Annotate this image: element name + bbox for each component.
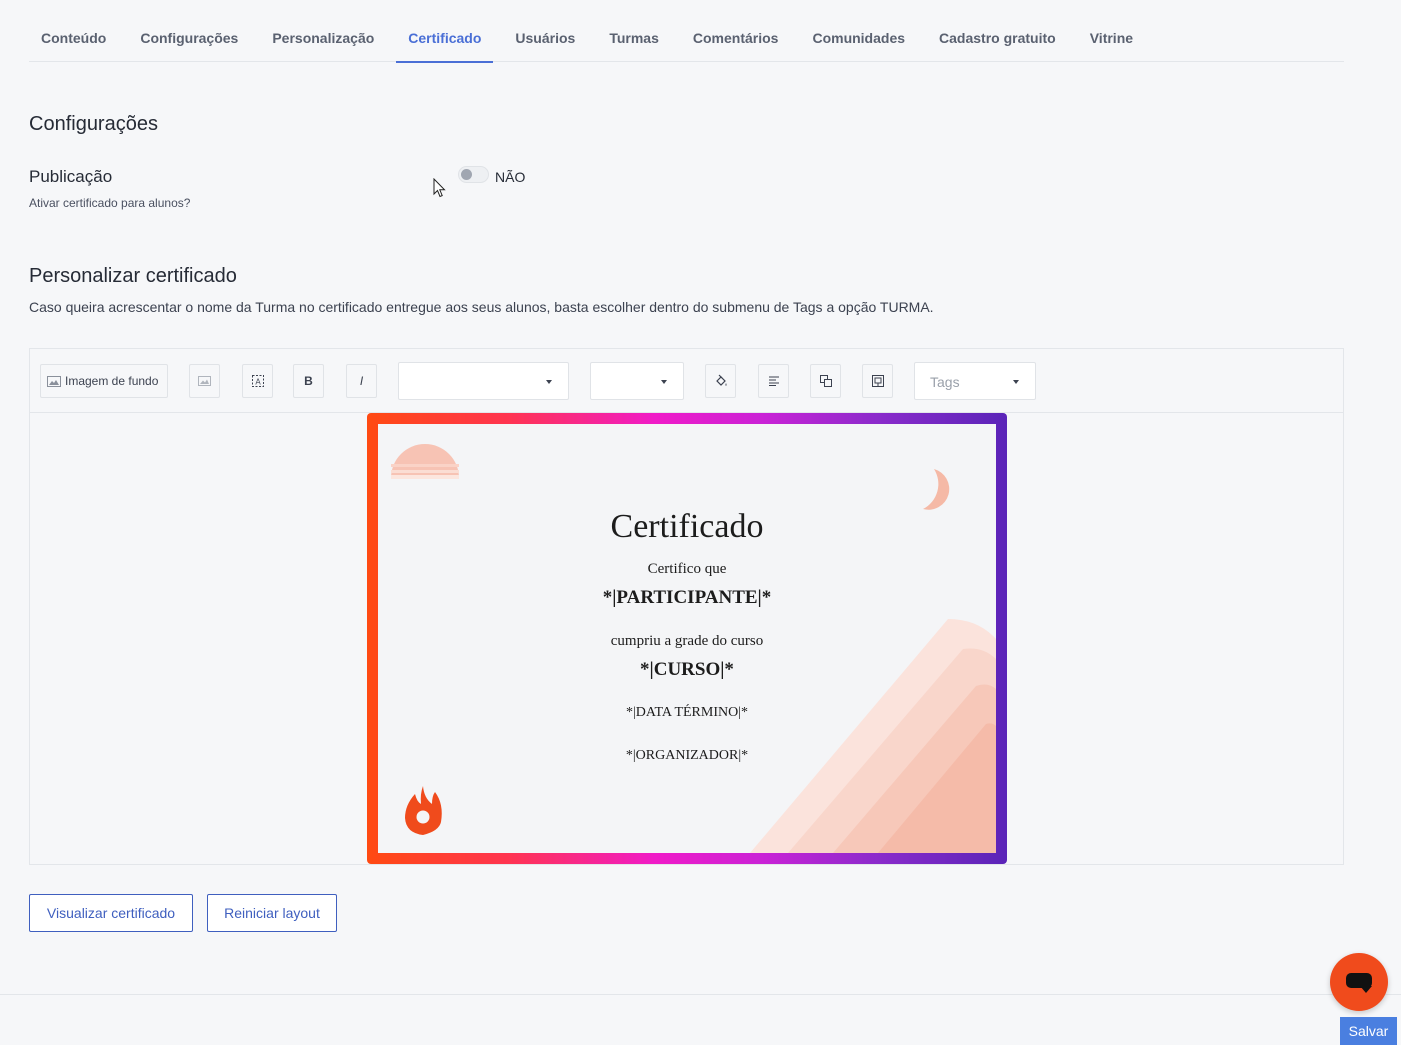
duplicate-button[interactable] bbox=[810, 364, 841, 398]
flame-logo-icon bbox=[405, 786, 442, 835]
image-icon bbox=[47, 375, 61, 387]
chevron-down-icon bbox=[546, 380, 552, 384]
certificate-title: Certificado bbox=[610, 508, 764, 545]
align-left-icon bbox=[768, 376, 779, 386]
certificate-editor: Imagem de fundo A B I Tags Certificado C… bbox=[29, 348, 1344, 865]
chevron-down-icon bbox=[1013, 380, 1019, 384]
tab-vitrine[interactable]: Vitrine bbox=[1078, 0, 1145, 62]
editor-toolbar: Imagem de fundo A B I Tags bbox=[30, 349, 1343, 413]
publication-toggle[interactable] bbox=[458, 166, 489, 183]
tags-placeholder: Tags bbox=[930, 374, 960, 390]
chat-bubble-tail bbox=[1360, 986, 1372, 993]
layers-icon bbox=[871, 375, 884, 387]
customize-description: Caso queira acrescentar o nome da Turma … bbox=[29, 299, 934, 315]
reset-layout-button[interactable]: Reiniciar layout bbox=[207, 894, 337, 932]
tab-turmas[interactable]: Turmas bbox=[597, 0, 671, 62]
text-box-button[interactable]: A bbox=[242, 364, 273, 398]
certificate-end-date-tag: *|DATA TÉRMINO|* bbox=[625, 705, 749, 720]
tab-usuarios[interactable]: Usuários bbox=[503, 0, 587, 62]
tab-comentarios[interactable]: Comentários bbox=[681, 0, 791, 62]
certificate-organizer-tag: *|ORGANIZADOR|* bbox=[625, 748, 749, 763]
tab-configuracoes[interactable]: Configurações bbox=[128, 0, 250, 62]
tab-conteudo[interactable]: Conteúdo bbox=[29, 0, 118, 62]
insert-image-button[interactable] bbox=[189, 364, 220, 398]
background-image-button[interactable]: Imagem de fundo bbox=[40, 364, 168, 398]
tab-personalizacao[interactable]: Personalização bbox=[260, 0, 386, 62]
certificate-frame: Certificado Certifico que *|PARTICIPANTE… bbox=[367, 413, 1007, 864]
certificate-canvas[interactable]: Certificado Certifico que *|PARTICIPANTE… bbox=[378, 424, 996, 853]
fill-color-button[interactable] bbox=[705, 364, 736, 398]
tab-cadastro-gratuito[interactable]: Cadastro gratuito bbox=[927, 0, 1068, 62]
background-image-label: Imagem de fundo bbox=[65, 374, 159, 388]
certificate-participant-tag: *|PARTICIPANTE|* bbox=[602, 587, 772, 608]
copy-icon bbox=[819, 375, 832, 387]
chat-button[interactable] bbox=[1330, 953, 1388, 1011]
tab-certificado[interactable]: Certificado bbox=[396, 0, 494, 63]
layer-button[interactable] bbox=[862, 364, 893, 398]
image-icon bbox=[198, 376, 211, 386]
customize-heading: Personalizar certificado bbox=[29, 265, 237, 287]
certificate-course-tag: *|CURSO|* bbox=[640, 659, 734, 680]
footer-divider bbox=[0, 994, 1401, 995]
top-right-moon bbox=[923, 469, 950, 510]
mouse-cursor-icon bbox=[433, 178, 446, 198]
svg-text:A: A bbox=[255, 378, 261, 387]
align-button[interactable] bbox=[758, 364, 789, 398]
preview-certificate-button[interactable]: Visualizar certificado bbox=[29, 894, 193, 932]
publication-label: Publicação bbox=[29, 167, 113, 186]
certificate-line-certify: Certifico que bbox=[647, 561, 727, 577]
publication-question: Ativar certificado para alunos? bbox=[29, 196, 191, 210]
toggle-state-label: NÃO bbox=[495, 169, 526, 185]
font-size-select[interactable] bbox=[590, 362, 684, 400]
italic-button[interactable]: I bbox=[346, 364, 377, 398]
toggle-knob bbox=[461, 169, 472, 180]
save-button[interactable]: Salvar bbox=[1340, 1017, 1397, 1045]
top-left-semicircle bbox=[391, 444, 459, 479]
tags-select[interactable]: Tags bbox=[914, 362, 1036, 400]
chevron-down-icon bbox=[661, 380, 667, 384]
font-family-select[interactable] bbox=[398, 362, 569, 400]
bold-button[interactable]: B bbox=[293, 364, 324, 398]
paint-bucket-icon bbox=[715, 374, 726, 386]
certificate-line-course: cumpriu a grade do curso bbox=[610, 633, 764, 649]
text-box-icon: A bbox=[251, 375, 264, 387]
tab-bar: Conteúdo Configurações Personalização Ce… bbox=[29, 0, 1344, 63]
settings-heading: Configurações bbox=[29, 113, 158, 135]
tab-comunidades[interactable]: Comunidades bbox=[800, 0, 917, 62]
